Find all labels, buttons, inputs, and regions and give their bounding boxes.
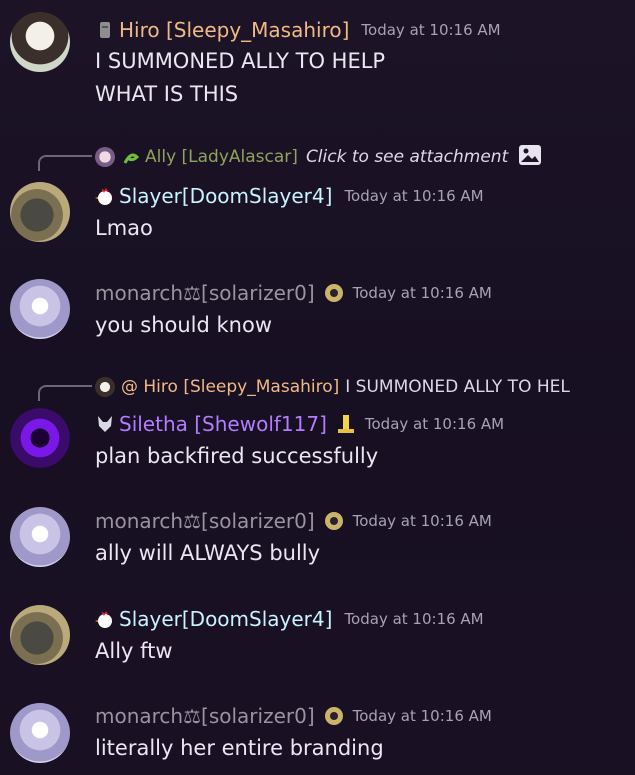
avatar[interactable] — [10, 12, 70, 72]
timestamp: Today at 10:16 AM — [344, 610, 484, 628]
trophy-badge-icon — [335, 413, 357, 435]
avatar[interactable] — [10, 605, 70, 665]
author-name[interactable]: Siletha [Shewolf117] — [119, 412, 327, 436]
timestamp: Today at 10:16 AM — [352, 707, 492, 725]
avatar[interactable] — [10, 182, 70, 242]
message-text: ally will ALWAYS bully — [95, 541, 321, 565]
avatar — [95, 377, 115, 397]
author-name[interactable]: monarch⚖[solarizer0] — [95, 281, 315, 305]
snake-icon — [121, 147, 141, 167]
chicken-icon — [95, 609, 115, 629]
author-name[interactable]: Slayer[DoomSlayer4] — [119, 184, 332, 208]
timestamp: Today at 10:16 AM — [361, 21, 501, 39]
timestamp: Today at 10:16 AM — [364, 415, 505, 433]
moai-icon — [95, 20, 115, 40]
avatar[interactable] — [10, 703, 70, 763]
message-text: I SUMMONED ALLY TO HELP — [95, 49, 386, 73]
message-text: plan backfired successfully — [95, 444, 379, 468]
avatar[interactable] — [10, 279, 70, 339]
chicken-icon — [95, 186, 115, 206]
eye-badge-icon — [323, 282, 345, 304]
avatar — [95, 147, 115, 167]
message-text: WHAT IS THIS — [95, 82, 239, 106]
author-name[interactable]: monarch⚖[solarizer0] — [95, 509, 315, 533]
timestamp: Today at 10:16 AM — [352, 512, 492, 530]
eye-badge-icon — [323, 510, 345, 532]
author-name[interactable]: Hiro [Sleepy_Masahiro] — [119, 18, 349, 42]
timestamp: Today at 10:16 AM — [352, 284, 492, 302]
image-icon — [518, 143, 542, 172]
avatar[interactable] — [10, 408, 70, 468]
reply-author[interactable]: @ Hiro [Sleepy_Masahiro] — [121, 377, 339, 397]
reply-preview[interactable]: Ally [LadyAlascar] Click to see attachme… — [95, 143, 542, 172]
timestamp: Today at 10:16 AM — [344, 187, 484, 205]
eye-badge-icon — [323, 705, 345, 727]
wolf-icon — [95, 414, 115, 434]
reply-connector — [38, 155, 92, 171]
reply-author[interactable]: Ally [LadyAlascar] — [145, 147, 298, 167]
avatar[interactable] — [10, 507, 70, 567]
reply-connector — [38, 385, 92, 401]
reply-text[interactable]: I SUMMONED ALLY TO HEL — [345, 377, 570, 397]
message-text: Ally ftw — [95, 639, 173, 663]
reply-preview[interactable]: @ Hiro [Sleepy_Masahiro] I SUMMONED ALLY… — [95, 375, 570, 399]
message-text: literally her entire branding — [95, 736, 384, 760]
message-text: Lmao — [95, 216, 153, 240]
author-name[interactable]: monarch⚖[solarizer0] — [95, 704, 315, 728]
message-text: you should know — [95, 313, 273, 337]
author-name[interactable]: Slayer[DoomSlayer4] — [119, 607, 332, 631]
reply-text[interactable]: Click to see attachment — [306, 147, 508, 167]
